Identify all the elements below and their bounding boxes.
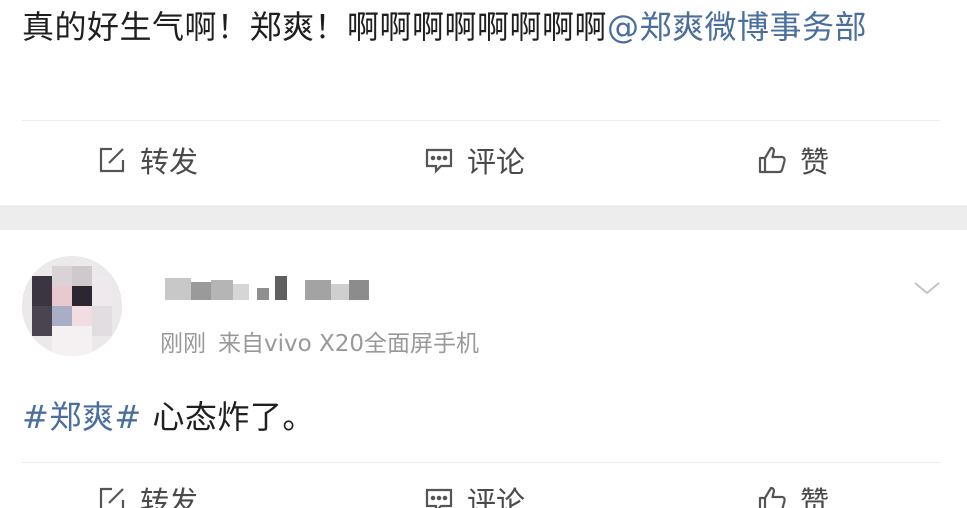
edit-square-icon — [96, 484, 128, 508]
divider — [22, 462, 940, 463]
repost-label: 转发 — [140, 145, 199, 179]
repost-button[interactable]: 转发 — [96, 136, 198, 184]
action-bar: 转发 评论 赞 — [0, 476, 967, 508]
mention-link[interactable]: @郑爽微博事务部 — [607, 8, 867, 46]
like-button[interactable]: 赞 — [756, 476, 829, 508]
like-label: 赞 — [800, 145, 830, 179]
post-timestamp: 刚刚 — [160, 331, 206, 357]
hashtag-link[interactable]: #郑爽# — [22, 398, 142, 436]
post-source: 来自vivo X20全面屏手机 — [218, 331, 480, 357]
feed-post-2: 刚刚 来自vivo X20全面屏手机 #郑爽# 心态炸了。 转发 评论 赞 — [0, 230, 967, 508]
post-body: 真的好生气啊！郑爽！啊啊啊啊啊啊啊啊 — [22, 8, 608, 46]
like-label: 赞 — [800, 485, 830, 508]
comment-bubble-icon — [423, 484, 455, 508]
edit-square-icon — [96, 144, 128, 176]
feed-separator — [0, 205, 967, 230]
comment-button[interactable]: 评论 — [423, 136, 525, 184]
username-blurred[interactable] — [165, 274, 375, 304]
post-body: 心态炸了。 — [141, 398, 315, 436]
action-bar: 转发 评论 赞 — [0, 136, 967, 184]
feed-post-1: 真的好生气啊！郑爽！啊啊啊啊啊啊啊啊@郑爽微博事务部 转发 评论 赞 — [0, 0, 967, 205]
avatar[interactable] — [22, 256, 122, 356]
repost-label: 转发 — [140, 485, 199, 508]
post-text: #郑爽# 心态炸了。 — [22, 388, 952, 446]
comment-label: 评论 — [467, 485, 526, 508]
thumbs-up-icon — [756, 484, 788, 508]
comment-button[interactable]: 评论 — [423, 476, 525, 508]
thumbs-up-icon — [756, 144, 788, 176]
post-text: 真的好生气啊！郑爽！啊啊啊啊啊啊啊啊@郑爽微博事务部 — [22, 0, 952, 56]
post-meta: 刚刚 来自vivo X20全面屏手机 — [160, 324, 479, 358]
chevron-down-icon[interactable] — [912, 278, 942, 298]
comment-label: 评论 — [467, 145, 526, 179]
comment-bubble-icon — [423, 144, 455, 176]
like-button[interactable]: 赞 — [756, 136, 829, 184]
divider — [22, 120, 940, 121]
repost-button[interactable]: 转发 — [96, 476, 198, 508]
